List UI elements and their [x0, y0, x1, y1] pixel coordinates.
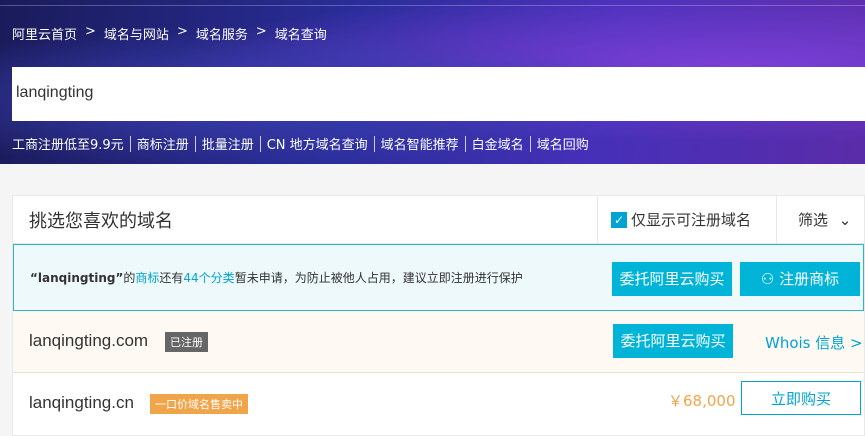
trademark-notice: “lanqingting”的商标还有44个分类暂未申请，为防止被他人占用，建议立…: [13, 244, 864, 311]
result-row: lanqingting.com 已注册 委托阿里云购买 Whois 信息 >: [13, 311, 864, 373]
link-bulk-register[interactable]: 批量注册: [202, 134, 254, 153]
link-platinum[interactable]: 白金域名: [472, 134, 524, 153]
link-business-reg[interactable]: 工商注册低至9.9元: [12, 134, 124, 153]
quick-links: 工商注册低至9.9元 商标注册 批量注册 CN 地方域名查询 域名智能推荐 白金…: [12, 134, 589, 153]
domain-search-input[interactable]: lanqingting: [12, 67, 865, 121]
link-trademark[interactable]: 商标注册: [137, 134, 189, 153]
register-trademark-button[interactable]: ⚇ 注册商标: [740, 262, 860, 296]
user-icon: ⚇: [760, 270, 780, 288]
breadcrumb-domain-query: 域名查询: [274, 28, 327, 43]
link-cn-local[interactable]: CN 地方域名查询: [267, 134, 368, 153]
breadcrumb: 阿里云首页 > 域名与网站 > 域名服务 > 域名查询: [12, 24, 327, 43]
fixed-price-badge: 一口价域名售卖中: [150, 394, 248, 414]
results-panel: 挑选您喜欢的域名 ✓ 仅显示可注册域名 筛选 ⌄ “lanqingting”的商标…: [12, 195, 865, 436]
notice-text: 的: [123, 271, 136, 285]
categories-link[interactable]: 44个分类: [183, 271, 234, 285]
broker-buy-button[interactable]: 委托阿里云购买: [612, 262, 732, 296]
notice-keyword: “lanqingting”: [30, 271, 124, 285]
breadcrumb-domain-service[interactable]: 域名服务: [196, 24, 248, 43]
price: ￥68,000: [668, 392, 736, 410]
filter-label: 筛选: [798, 211, 829, 229]
breadcrumb-sep: >: [176, 24, 188, 39]
link-smart-recommend[interactable]: 域名智能推荐: [381, 134, 459, 153]
only-available-checkbox[interactable]: ✓ 仅显示可注册域名: [611, 209, 751, 230]
breadcrumb-sep: >: [85, 24, 96, 39]
buy-now-button[interactable]: 立即购买: [741, 381, 861, 415]
registered-badge: 已注册: [165, 332, 208, 352]
result-row: lanqingting.cn 一口价域名售卖中 ￥68,000 立即购买: [13, 373, 864, 435]
chevron-down-icon: ⌄: [838, 211, 852, 229]
link-buyback[interactable]: 域名回购: [537, 134, 589, 153]
panel-title: 挑选您喜欢的域名: [29, 210, 173, 232]
notice-text: 还有: [159, 271, 184, 285]
notice-text: 暂未申请，为防止被他人占用，建议立即注册进行保护: [234, 271, 523, 285]
breadcrumb-home[interactable]: 阿里云首页: [12, 24, 77, 43]
domain-name: lanqingting.com: [29, 331, 149, 350]
filter-dropdown[interactable]: 筛选 ⌄: [798, 209, 851, 230]
checkbox-label: 仅显示可注册域名: [631, 211, 752, 229]
check-icon: ✓: [611, 211, 627, 228]
trademark-link[interactable]: 商标: [135, 271, 159, 285]
btn-label: 注册商标: [779, 270, 840, 288]
breadcrumb-domain-web[interactable]: 域名与网站: [104, 24, 169, 43]
breadcrumb-sep: >: [255, 24, 267, 39]
header-banner: 阿里云首页 > 域名与网站 > 域名服务 > 域名查询 lanqingting 工商注…: [0, 0, 865, 164]
broker-buy-button[interactable]: 委托阿里云购买: [613, 324, 733, 358]
whois-link[interactable]: Whois 信息 >: [765, 332, 863, 353]
domain-name: lanqingting.cn: [29, 393, 134, 412]
